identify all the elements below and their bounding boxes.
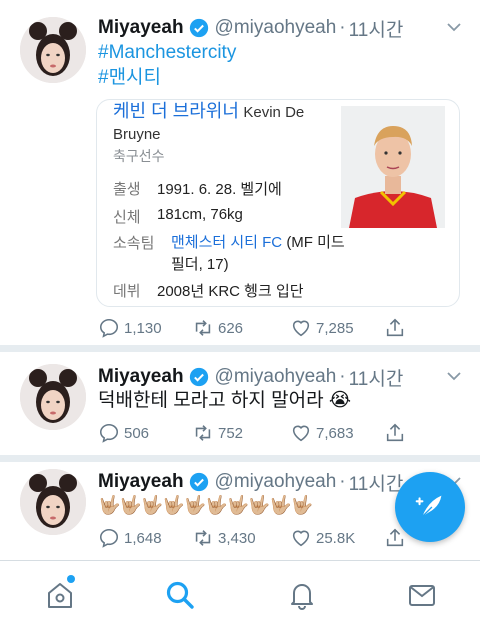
tweet-actions: 506 752 7,683: [98, 422, 404, 444]
search-icon: [166, 581, 194, 609]
tweet[interactable]: Miyayeah @miyaohyeah · 11시간 덕배한테 모라고 하지 …: [0, 364, 480, 452]
tweet-text: #Manchestercity #맨시티: [98, 40, 236, 90]
tweet-header: Miyayeah @miyaohyeah · 11시간: [98, 364, 403, 390]
nav-home[interactable]: [44, 579, 76, 611]
like-button[interactable]: 7,285: [290, 317, 354, 339]
info-value: 1991. 6. 28. 벨기에: [157, 181, 282, 198]
tweet-text: 🤟🏼🤟🏼🤟🏼🤟🏼🤟🏼🤟🏼🤟🏼🤟🏼🤟🏼🤟🏼: [98, 495, 313, 515]
display-name[interactable]: Miyayeah: [98, 17, 184, 39]
timestamp[interactable]: 11시간: [349, 15, 404, 42]
separator-dot: ·: [339, 366, 346, 387]
info-row-debut: 데뷔 2008년 KRC 헹크 입단: [113, 280, 304, 301]
bell-icon: [291, 584, 313, 610]
like-count: 7,683: [316, 424, 354, 442]
nav-notifications[interactable]: [286, 579, 318, 611]
compose-feather-icon: [415, 495, 442, 517]
like-button[interactable]: 25.8K: [290, 527, 355, 549]
nav-messages[interactable]: [406, 579, 438, 611]
info-key: 소속팀: [113, 235, 155, 252]
tweet-actions: 1,130 626 7,285: [98, 317, 404, 339]
info-key: 출생: [113, 181, 141, 198]
display-name[interactable]: Miyayeah: [98, 366, 184, 388]
info-value: 181cm, 76kg: [157, 206, 243, 223]
bottom-navigation: [0, 560, 480, 642]
info-value: 맨체스터 시티 FC (MF 미드필더, 17): [171, 232, 353, 276]
tweet-text: 덕배한테 모라고 하지 말어라 😭: [98, 390, 352, 411]
reply-icon: [99, 423, 119, 443]
like-button[interactable]: 7,683: [290, 422, 354, 444]
info-value: 2008년 KRC 헹크 입단: [157, 283, 304, 300]
reply-icon: [99, 318, 119, 338]
hashtag-link[interactable]: #Manchestercity: [98, 40, 236, 65]
handle[interactable]: @miyaohyeah: [215, 366, 337, 388]
avatar[interactable]: [20, 364, 86, 430]
compose-tweet-button[interactable]: [395, 472, 465, 542]
heart-icon: [292, 425, 310, 442]
card-title: 케빈 더 브라위너 Kevin De Bruyne: [113, 100, 353, 146]
retweet-button[interactable]: 626: [192, 317, 243, 339]
verified-badge-icon: [189, 472, 208, 492]
timestamp[interactable]: 11시간: [349, 364, 404, 391]
retweet-button[interactable]: 752: [192, 422, 243, 444]
tweet-header: Miyayeah @miyaohyeah · 11시간: [98, 469, 403, 495]
player-photo: [341, 106, 445, 228]
handle[interactable]: @miyaohyeah: [215, 471, 337, 493]
tweet-divider: [0, 455, 480, 462]
card-title-korean: 케빈 더 브라위너: [113, 101, 239, 121]
card-subtitle: 축구선수: [113, 148, 165, 164]
reply-button[interactable]: 1,648: [98, 527, 162, 549]
retweet-button[interactable]: 3,430: [192, 527, 256, 549]
share-icon: [386, 318, 404, 337]
chevron-down-icon[interactable]: [446, 19, 462, 35]
reply-count: 1,130: [124, 319, 162, 337]
new-content-indicator: [67, 575, 75, 583]
retweet-count: 752: [218, 424, 244, 442]
tweet-divider: [0, 345, 480, 352]
home-icon: [48, 583, 72, 608]
retweet-icon: [195, 425, 211, 441]
share-icon: [386, 528, 404, 547]
retweet-icon: [195, 320, 211, 336]
avatar[interactable]: [20, 469, 86, 535]
tweet-actions: 1,648 3,430 25.8K: [98, 527, 404, 549]
retweet-count: 626: [218, 319, 244, 337]
heart-icon: [292, 530, 310, 547]
reply-button[interactable]: 1,130: [98, 317, 162, 339]
info-key: 신체: [113, 209, 141, 226]
display-name[interactable]: Miyayeah: [98, 471, 184, 493]
reply-count: 1,648: [124, 529, 162, 547]
info-row-team: 소속팀 맨체스터 시티 FC (MF 미드필더, 17): [113, 232, 353, 276]
nav-search[interactable]: [164, 579, 196, 611]
share-icon: [386, 423, 404, 442]
info-row-body: 신체 181cm, 76kg: [113, 206, 243, 227]
reply-button[interactable]: 506: [98, 422, 149, 444]
mail-icon: [409, 585, 435, 606]
retweet-icon: [195, 530, 211, 546]
reply-count: 506: [124, 424, 150, 442]
heart-icon: [292, 320, 310, 337]
chevron-down-icon[interactable]: [446, 368, 462, 384]
share-button[interactable]: [384, 422, 410, 444]
link-card[interactable]: 케빈 더 브라위너 Kevin De Bruyne 축구선수 출생 1991. …: [96, 99, 460, 307]
hashtag-link[interactable]: #맨시티: [98, 65, 236, 90]
share-button[interactable]: [384, 317, 410, 339]
verified-badge-icon: [189, 18, 208, 38]
reply-icon: [99, 528, 119, 548]
info-row-birth: 출생 1991. 6. 28. 벨기에: [113, 178, 282, 199]
info-key: 데뷔: [113, 283, 141, 300]
retweet-count: 3,430: [218, 529, 256, 547]
handle[interactable]: @miyaohyeah: [215, 17, 337, 39]
like-count: 25.8K: [316, 529, 356, 547]
tweet[interactable]: Miyayeah @miyaohyeah · 11시간 #Manchesterc…: [0, 15, 480, 350]
like-count: 7,285: [316, 319, 354, 337]
timestamp[interactable]: 11시간: [349, 469, 404, 496]
verified-badge-icon: [189, 367, 208, 387]
tweet-header: Miyayeah @miyaohyeah · 11시간: [98, 15, 403, 41]
team-link[interactable]: 맨체스터 시티 FC: [171, 234, 282, 251]
avatar[interactable]: [20, 17, 86, 83]
separator-dot: ·: [339, 17, 346, 38]
separator-dot: ·: [339, 471, 346, 492]
